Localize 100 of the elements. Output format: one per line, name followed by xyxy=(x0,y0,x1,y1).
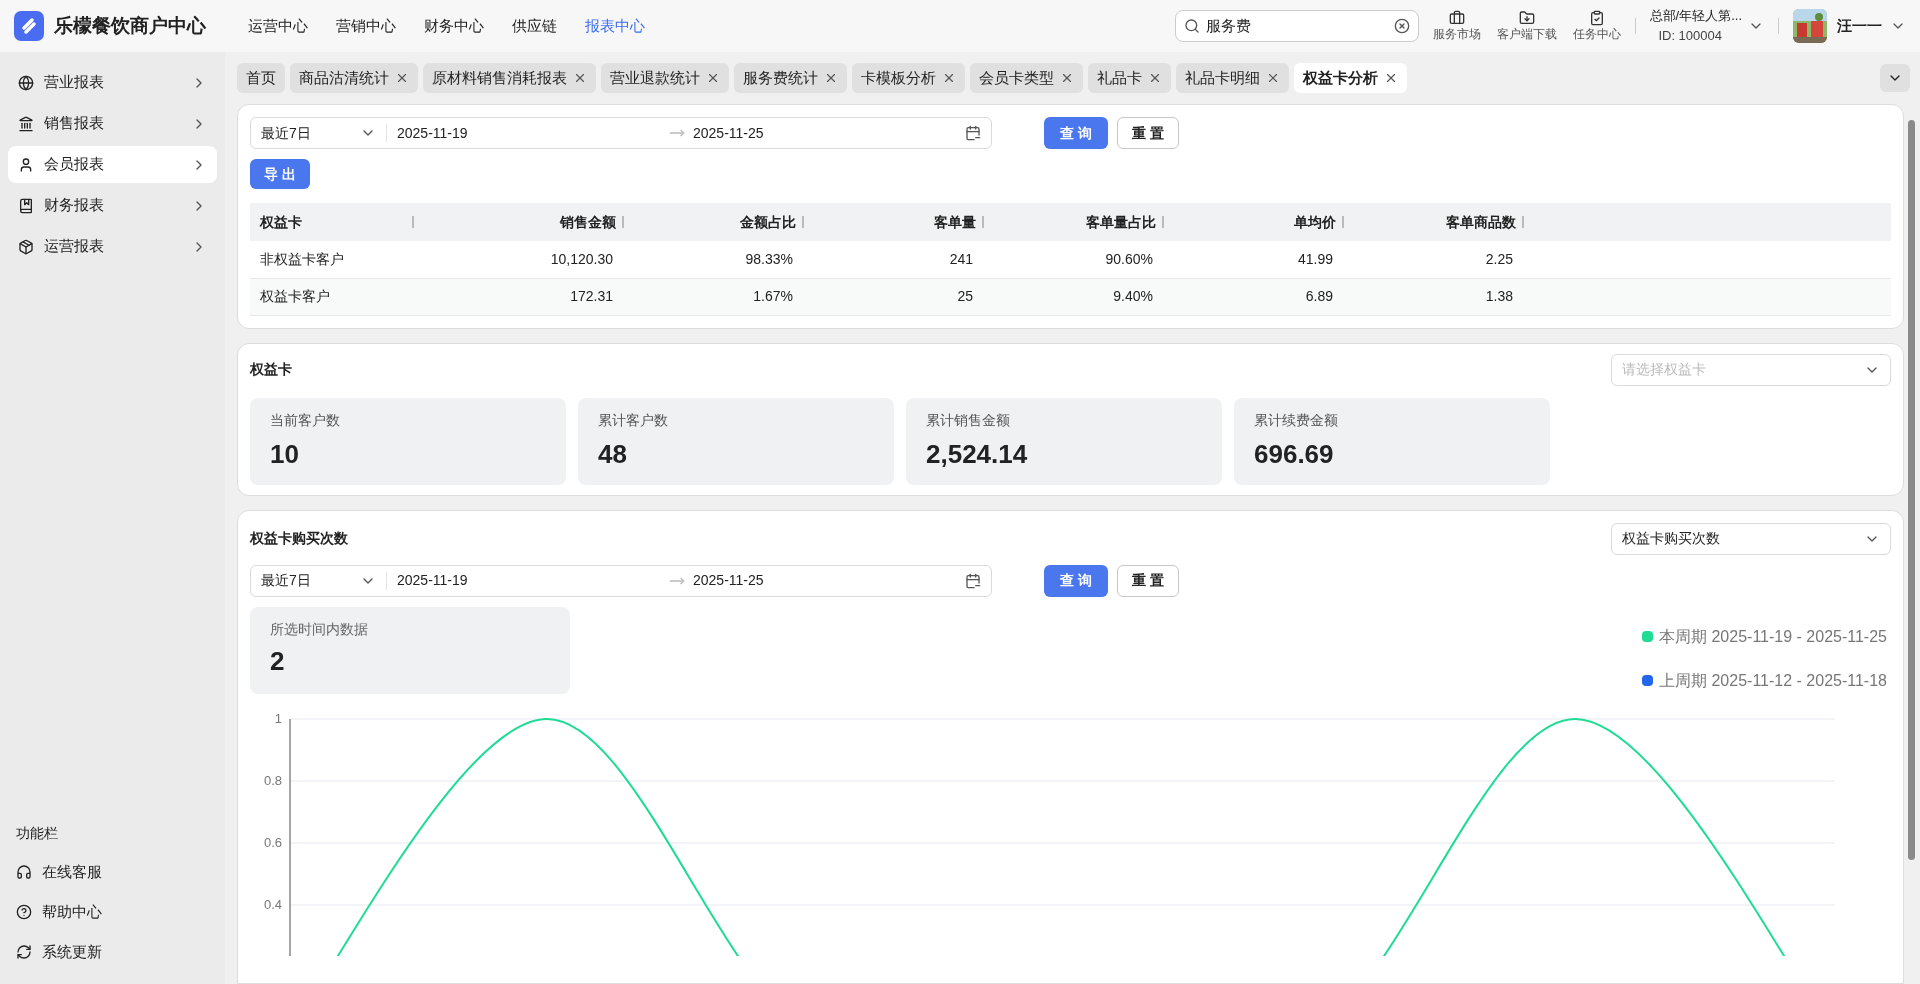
org-name: 总部/年轻人第... xyxy=(1649,7,1742,25)
nav-link[interactable]: 报表中心 xyxy=(585,14,645,38)
column-resize-handle[interactable] xyxy=(982,216,984,228)
stat-value: 2,524.14 xyxy=(926,438,1029,469)
column-header: 销售金额 xyxy=(560,212,616,232)
column-header: 客单量占比 xyxy=(1086,212,1156,232)
table-cell: 241 xyxy=(810,241,990,278)
logo-icon xyxy=(14,11,44,41)
y-axis-label: 0.6 xyxy=(263,834,282,850)
toolbar-button[interactable]: 服务市场 xyxy=(1432,10,1481,42)
sidebar-item[interactable]: 营业报表 xyxy=(8,64,217,101)
close-icon[interactable] xyxy=(1148,71,1162,85)
tab[interactable]: 商品沽清统计 xyxy=(290,63,418,93)
close-icon[interactable] xyxy=(1266,71,1280,85)
close-icon[interactable] xyxy=(824,71,838,85)
toolbar-icon xyxy=(1448,10,1465,26)
export-button[interactable]: 导 出 xyxy=(250,159,310,189)
query-button[interactable]: 查 询 xyxy=(1044,564,1108,597)
table-cell: 90.60% xyxy=(990,241,1170,278)
reset-button[interactable]: 重 置 xyxy=(1116,564,1179,597)
legend-label[interactable]: 本周期 2025-11-19 - 2025-11-25 xyxy=(1659,624,1887,649)
footer-link[interactable]: 帮助中心 xyxy=(8,896,217,928)
start-date[interactable]: 2025-11-19 xyxy=(397,122,669,144)
tab[interactable]: 原材料销售消耗报表 xyxy=(423,63,596,93)
stat-value: 10 xyxy=(270,438,300,469)
table-cell: 98.33% xyxy=(630,241,810,278)
sidebar-item[interactable]: 财务报表 xyxy=(8,187,217,224)
nav-link[interactable]: 供应链 xyxy=(512,14,557,38)
tab[interactable]: 服务费统计 xyxy=(734,63,847,93)
close-icon[interactable] xyxy=(395,71,409,85)
close-icon[interactable] xyxy=(706,71,720,85)
nav-link[interactable]: 运营中心 xyxy=(248,14,308,38)
column-resize-handle[interactable] xyxy=(802,216,804,228)
column-resize-handle[interactable] xyxy=(1162,216,1164,228)
table-cell: 172.31 xyxy=(450,278,630,315)
stat-label: 当前客户数 xyxy=(270,410,341,430)
preset-select[interactable]: 最近7日 xyxy=(261,570,311,591)
close-icon[interactable] xyxy=(573,71,587,85)
tabs-menu-button[interactable] xyxy=(1880,64,1910,92)
calendar-icon xyxy=(965,572,981,589)
search-field[interactable]: 服务费 xyxy=(1174,10,1419,42)
tab[interactable]: 会员卡类型 xyxy=(970,63,1083,93)
footer-link[interactable]: 在线客服 xyxy=(8,856,217,888)
section-title: 权益卡 xyxy=(250,360,292,379)
sidebar-item[interactable]: 销售报表 xyxy=(8,105,217,142)
legend-label[interactable]: 上周期 2025-11-12 - 2025-11-18 xyxy=(1659,668,1887,693)
toolbar-icon xyxy=(1518,10,1535,26)
preset-select[interactable]: 最近7日 xyxy=(261,122,311,144)
end-date[interactable]: 2025-11-25 xyxy=(693,570,965,591)
column-header: 单均价 xyxy=(1294,212,1336,232)
tab[interactable]: 首页 xyxy=(237,63,285,93)
tab[interactable]: 营业退款统计 xyxy=(601,63,729,93)
section-title: 权益卡购买次数 xyxy=(250,529,348,548)
menu-icon xyxy=(16,864,32,880)
nav-link[interactable]: 营销中心 xyxy=(336,14,396,38)
menu-icon xyxy=(18,197,34,214)
tab[interactable]: 权益卡分析 xyxy=(1294,63,1407,93)
nav-link[interactable]: 财务中心 xyxy=(424,14,484,38)
section-title: 功能栏 xyxy=(15,824,59,843)
menu-icon xyxy=(16,944,32,960)
table-cell: 41.99 xyxy=(1170,241,1350,278)
table-cell: 6.89 xyxy=(1170,278,1350,315)
stat-label: 累计续费金额 xyxy=(1254,410,1339,430)
sidebar-item[interactable]: 运营报表 xyxy=(8,228,217,265)
table-cell: 权益卡客户 xyxy=(250,278,450,315)
column-resize-handle[interactable] xyxy=(622,216,624,228)
toolbar-button[interactable]: 客户端下载 xyxy=(1496,10,1557,42)
menu-icon xyxy=(16,904,32,920)
sidebar-item[interactable]: 会员报表 xyxy=(8,146,217,183)
stat-value: 2 xyxy=(270,645,286,676)
date-range-field[interactable]: 最近7日 2025-11-19 2025-11-25 xyxy=(250,564,992,597)
column-resize-handle[interactable] xyxy=(412,216,414,228)
column-header: 客单量 xyxy=(934,212,976,232)
column-resize-handle[interactable] xyxy=(1342,216,1344,228)
menu-icon xyxy=(18,156,34,173)
footer-link[interactable]: 系统更新 xyxy=(8,936,217,968)
search-value: 服务费 xyxy=(1205,15,1252,36)
menu-icon xyxy=(18,74,34,91)
tab[interactable]: 礼品卡明细 xyxy=(1176,63,1289,93)
metric-select[interactable]: 权益卡购买次数 xyxy=(1611,522,1891,555)
tab[interactable]: 礼品卡 xyxy=(1088,63,1171,93)
close-icon[interactable] xyxy=(1384,71,1398,85)
table-cell: 2.25 xyxy=(1350,241,1530,278)
query-button[interactable]: 查 询 xyxy=(1044,117,1108,149)
date-range-field[interactable]: 最近7日 2025-11-19 2025-11-25 xyxy=(250,117,992,149)
stat-label: 累计销售金额 xyxy=(926,410,1011,430)
tab[interactable]: 卡模板分析 xyxy=(852,63,965,93)
user-name[interactable]: 汪一一 xyxy=(1837,14,1882,38)
clear-icon[interactable] xyxy=(1393,18,1410,34)
close-icon[interactable] xyxy=(942,71,956,85)
org-id: ID: 100004 xyxy=(1658,27,1722,45)
search-icon xyxy=(1183,18,1200,34)
toolbar-button[interactable]: 任务中心 xyxy=(1572,10,1621,42)
start-date[interactable]: 2025-11-19 xyxy=(397,570,669,591)
calendar-icon xyxy=(965,125,981,141)
close-icon[interactable] xyxy=(1060,71,1074,85)
reset-button[interactable]: 重 置 xyxy=(1116,117,1179,149)
end-date[interactable]: 2025-11-25 xyxy=(693,122,965,144)
column-header: 权益卡 xyxy=(260,212,303,232)
column-resize-handle[interactable] xyxy=(1522,216,1524,228)
